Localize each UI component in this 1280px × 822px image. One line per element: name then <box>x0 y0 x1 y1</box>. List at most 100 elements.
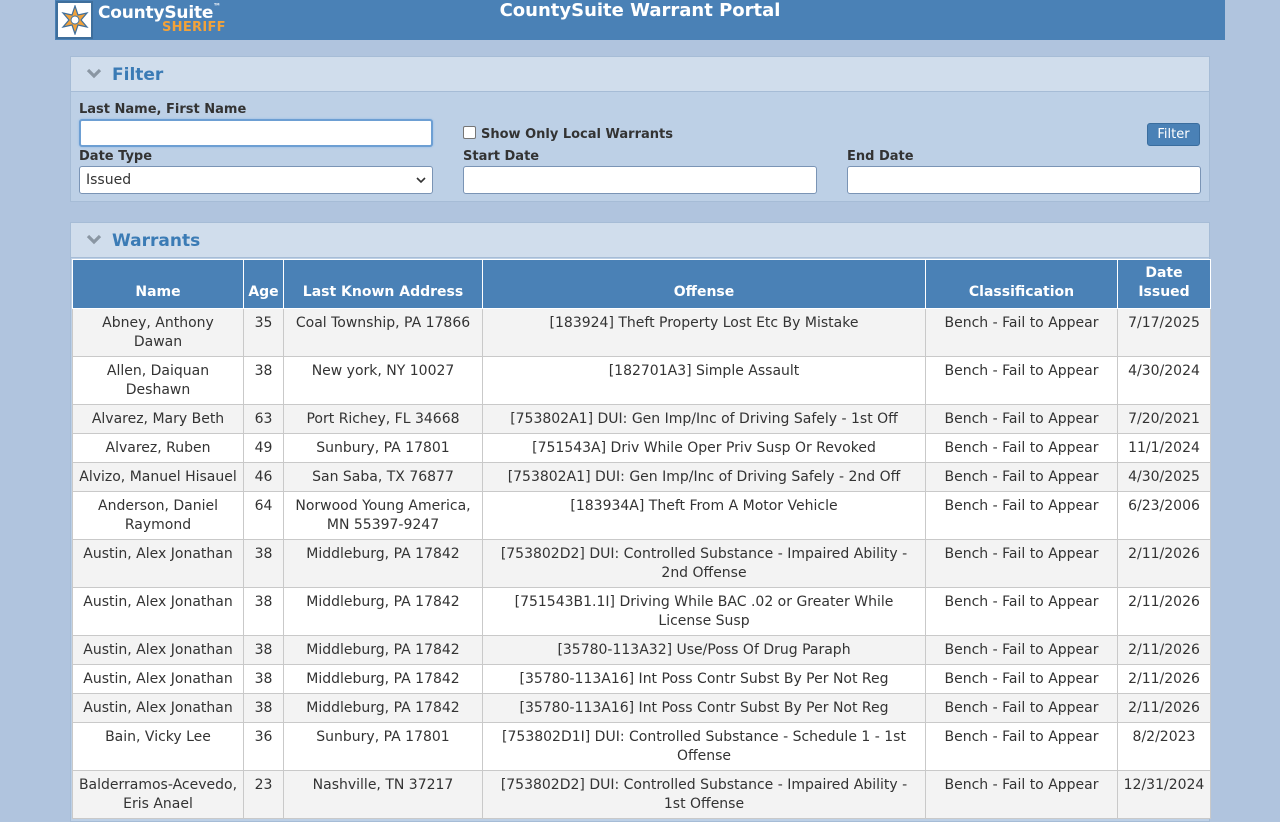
end-date-input[interactable] <box>847 166 1201 194</box>
cell-offense: [753802A1] DUI: Gen Imp/Inc of Driving S… <box>482 404 926 434</box>
cell-classification: Bench - Fail to Appear <box>925 635 1118 665</box>
cell-age: 63 <box>243 404 284 434</box>
cell-classification: Bench - Fail to Appear <box>925 308 1118 357</box>
cell-classification: Bench - Fail to Appear <box>925 433 1118 463</box>
warrants-panel-title: Warrants <box>112 231 201 251</box>
chevron-down-icon <box>416 177 426 184</box>
cell-name: Austin, Alex Jonathan <box>72 635 244 665</box>
cell-name: Austin, Alex Jonathan <box>72 587 244 636</box>
filter-panel-title: Filter <box>112 65 164 85</box>
warrants-table-body: Abney, Anthony Dawan 35 Coal Township, PA … <box>72 308 1211 819</box>
cell-address: Middleburg, PA 17842 <box>283 693 483 723</box>
cell-name: Abney, Anthony Dawan <box>72 308 244 357</box>
cell-classification: Bench - Fail to Appear <box>925 539 1118 588</box>
table-row[interactable]: Austin, Alex Jonathan 38 Middleburg, PA 17… <box>72 539 1211 588</box>
table-row[interactable]: Austin, Alex Jonathan 38 Middleburg, PA 17… <box>72 693 1211 723</box>
cell-address: Sunbury, PA 17801 <box>283 722 483 771</box>
table-row[interactable]: Alvarez, Ruben 49 Sunbury, PA 17801 [751543… <box>72 433 1211 463</box>
cell-offense: [753802D2] DUI: Controlled Substance - I… <box>482 770 926 819</box>
cell-name: Bain, Vicky Lee <box>72 722 244 771</box>
cell-age: 64 <box>243 491 284 540</box>
table-row[interactable]: Alvizo, Manuel Hisauel 46 San Saba, TX 768… <box>72 462 1211 492</box>
name-field-label: Last Name, First Name <box>79 102 247 117</box>
cell-age: 38 <box>243 664 284 694</box>
local-warrants-label: Show Only Local Warrants <box>481 127 673 142</box>
cell-classification: Bench - Fail to Appear <box>925 356 1118 405</box>
cell-date-issued: 8/2/2023 <box>1117 722 1211 771</box>
column-header-offense[interactable]: Offense <box>482 259 926 309</box>
cell-date-issued: 2/11/2026 <box>1117 587 1211 636</box>
filter-panel: Filter Last Name, First Name Show Only L… <box>70 56 1210 202</box>
local-warrants-checkbox[interactable] <box>463 126 476 139</box>
cell-age: 38 <box>243 693 284 723</box>
cell-address: Middleburg, PA 17842 <box>283 664 483 694</box>
cell-age: 36 <box>243 722 284 771</box>
chevron-down-icon[interactable] <box>86 233 102 247</box>
table-row[interactable]: Bain, Vicky Lee 36 Sunbury, PA 17801 [75380… <box>72 722 1211 771</box>
cell-offense: [753802D1I] DUI: Controlled Substance - … <box>482 722 926 771</box>
table-row[interactable]: Austin, Alex Jonathan 38 Middleburg, PA 17… <box>72 587 1211 636</box>
cell-date-issued: 6/23/2006 <box>1117 491 1211 540</box>
start-date-input[interactable] <box>463 166 817 194</box>
filter-panel-header[interactable]: Filter <box>71 57 1209 92</box>
cell-offense: [753802D2] DUI: Controlled Substance - I… <box>482 539 926 588</box>
cell-offense: [751543B1.1I] Driving While BAC .02 or G… <box>482 587 926 636</box>
cell-address: Sunbury, PA 17801 <box>283 433 483 463</box>
date-type-value: Issued <box>86 172 132 188</box>
cell-offense: [35780-113A16] Int Poss Contr Subst By P… <box>482 664 926 694</box>
cell-date-issued: 7/20/2021 <box>1117 404 1211 434</box>
cell-name: Anderson, Daniel Raymond <box>72 491 244 540</box>
cell-classification: Bench - Fail to Appear <box>925 770 1118 819</box>
cell-name: Austin, Alex Jonathan <box>72 693 244 723</box>
cell-address: Middleburg, PA 17842 <box>283 587 483 636</box>
cell-address: Norwood Young America, MN 55397-9247 <box>283 491 483 540</box>
column-header-age[interactable]: Age <box>243 259 284 309</box>
chevron-down-icon[interactable] <box>86 67 102 81</box>
filter-button[interactable]: Filter <box>1147 123 1200 146</box>
cell-name: Alvizo, Manuel Hisauel <box>72 462 244 492</box>
cell-date-issued: 2/11/2026 <box>1117 693 1211 723</box>
cell-age: 49 <box>243 433 284 463</box>
cell-date-issued: 4/30/2025 <box>1117 462 1211 492</box>
column-header-address[interactable]: Last Known Address <box>283 259 483 309</box>
cell-offense: [35780-113A16] Int Poss Contr Subst By P… <box>482 693 926 723</box>
cell-address: New york, NY 10027 <box>283 356 483 405</box>
cell-name: Allen, Daiquan Deshawn <box>72 356 244 405</box>
column-header-name[interactable]: Name <box>72 259 244 309</box>
cell-date-issued: 11/1/2024 <box>1117 433 1211 463</box>
cell-offense: [751543A] Driv While Oper Priv Susp Or R… <box>482 433 926 463</box>
cell-classification: Bench - Fail to Appear <box>925 462 1118 492</box>
cell-classification: Bench - Fail to Appear <box>925 587 1118 636</box>
cell-name: Alvarez, Mary Beth <box>72 404 244 434</box>
table-row[interactable]: Abney, Anthony Dawan 35 Coal Township, PA … <box>72 308 1211 357</box>
name-search-input[interactable] <box>79 119 433 147</box>
date-type-label: Date Type <box>79 149 153 164</box>
cell-date-issued: 12/31/2024 <box>1117 770 1211 819</box>
table-row[interactable]: Balderramos-Acevedo, Eris Anael 23 Nashvil… <box>72 770 1211 819</box>
end-date-label: End Date <box>847 149 914 164</box>
table-row[interactable]: Austin, Alex Jonathan 38 Middleburg, PA 17… <box>72 635 1211 665</box>
cell-age: 35 <box>243 308 284 357</box>
cell-date-issued: 2/11/2026 <box>1117 635 1211 665</box>
cell-address: Middleburg, PA 17842 <box>283 635 483 665</box>
cell-offense: [182701A3] Simple Assault <box>482 356 926 405</box>
table-row[interactable]: Alvarez, Mary Beth 63 Port Richey, FL 3466… <box>72 404 1211 434</box>
cell-offense: [183924] Theft Property Lost Etc By Mist… <box>482 308 926 357</box>
cell-date-issued: 2/11/2026 <box>1117 664 1211 694</box>
date-type-select[interactable]: Issued <box>79 166 433 194</box>
table-row[interactable]: Anderson, Daniel Raymond 64 Norwood Young … <box>72 491 1211 540</box>
cell-date-issued: 7/17/2025 <box>1117 308 1211 357</box>
table-row[interactable]: Allen, Daiquan Deshawn 38 New york, NY 100… <box>72 356 1211 405</box>
warrants-panel-header[interactable]: Warrants <box>71 223 1209 258</box>
warrants-table: Name Age Last Known Address Offense Clas… <box>72 259 1211 819</box>
cell-date-issued: 4/30/2024 <box>1117 356 1211 405</box>
table-row[interactable]: Austin, Alex Jonathan 38 Middleburg, PA 17… <box>72 664 1211 694</box>
cell-age: 46 <box>243 462 284 492</box>
app-header: CountySuite ™ SHERIFF CountySuite Warran… <box>55 0 1225 40</box>
cell-classification: Bench - Fail to Appear <box>925 722 1118 771</box>
cell-name: Balderramos-Acevedo, Eris Anael <box>72 770 244 819</box>
cell-age: 38 <box>243 539 284 588</box>
cell-address: Nashville, TN 37217 <box>283 770 483 819</box>
column-header-date-issued[interactable]: Date Issued <box>1117 259 1211 309</box>
column-header-classification[interactable]: Classification <box>925 259 1118 309</box>
